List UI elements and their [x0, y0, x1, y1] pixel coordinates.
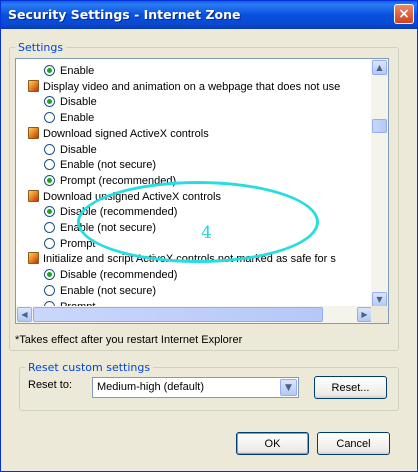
radio-button[interactable]	[44, 112, 55, 124]
vertical-scroll-thumb[interactable]	[372, 119, 387, 133]
radio-button[interactable]	[44, 284, 55, 296]
setting-option[interactable]: Disable (recommended)	[44, 267, 177, 283]
close-button[interactable]: ×	[394, 4, 414, 24]
settings-list-content: Enable Display video and animation on a w…	[16, 59, 373, 308]
setting-group-icon	[28, 79, 39, 92]
horizontal-scroll-thumb[interactable]	[33, 307, 323, 322]
ok-button[interactable]: OK	[236, 432, 309, 455]
reset-level-select[interactable]: Medium-high (default) ▼	[92, 377, 299, 398]
setting-option[interactable]: Disable (recommended)	[44, 204, 177, 220]
radio-button[interactable]	[44, 143, 55, 155]
radio-button[interactable]	[44, 237, 55, 249]
setting-option[interactable]: Enable (not secure)	[44, 157, 156, 173]
radio-button[interactable]	[44, 96, 55, 108]
setting-category-label: Initialize and script ActiveX controls n…	[43, 253, 336, 266]
setting-category: Download signed ActiveX controls	[28, 126, 209, 142]
setting-option-label: Disable (recommended)	[60, 269, 178, 282]
radio-button[interactable]	[44, 222, 55, 233]
setting-group-icon	[28, 126, 39, 139]
setting-option-label: Disable	[60, 143, 97, 156]
setting-option[interactable]: Enable	[44, 63, 94, 79]
security-settings-window: Security Settings - Internet Zone × Sett…	[0, 0, 418, 472]
setting-option[interactable]: Disable	[44, 142, 97, 158]
setting-option-label: Enable (not secure)	[60, 222, 156, 234]
cancel-button[interactable]: Cancel	[317, 432, 390, 455]
scroll-right-icon[interactable]: ▶	[357, 307, 372, 322]
setting-group-icon	[28, 189, 39, 202]
setting-option-label: Enable	[60, 112, 95, 125]
setting-category-label: Download signed ActiveX controls	[43, 127, 209, 140]
setting-option[interactable]: Enable (not secure)	[44, 283, 156, 299]
setting-category-label: Download unsigned ActiveX controls	[43, 190, 221, 203]
setting-option[interactable]: Prompt (recommended)	[44, 173, 176, 189]
title-bar[interactable]: Security Settings - Internet Zone ×	[1, 1, 417, 29]
setting-category-label: Display video and animation on a webpage…	[43, 80, 341, 93]
reset-legend: Reset custom settings	[28, 361, 151, 374]
ok-button-label: OK	[264, 437, 281, 450]
setting-option-label: Disable	[60, 96, 97, 109]
reset-to-label: Reset to:	[28, 379, 73, 391]
horizontal-scrollbar[interactable]: ◀ ▶	[16, 306, 373, 323]
setting-option[interactable]: Prompt	[44, 236, 95, 252]
setting-option[interactable]: Enable	[44, 110, 94, 126]
reset-button-label: Reset...	[331, 381, 370, 394]
restart-note: *Takes effect after you restart Internet…	[15, 334, 243, 346]
setting-option-label: Enable (not secure)	[60, 284, 156, 297]
reset-button[interactable]: Reset...	[314, 376, 387, 399]
scroll-up-icon[interactable]: ▲	[372, 60, 387, 75]
setting-option-label: Enable (not secure)	[60, 159, 156, 172]
settings-list[interactable]: Enable Display video and animation on a w…	[15, 58, 389, 324]
scroll-left-icon[interactable]: ◀	[17, 307, 32, 322]
setting-category: Initialize and script ActiveX controls n…	[28, 251, 336, 267]
radio-button[interactable]	[44, 206, 55, 218]
setting-category: Download unsigned ActiveX controls	[28, 189, 221, 205]
setting-group-icon	[28, 252, 39, 265]
radio-button[interactable]	[44, 159, 55, 171]
cancel-button-label: Cancel	[336, 437, 371, 450]
setting-option[interactable]: Enable (not secure)	[44, 220, 156, 236]
radio-button[interactable]	[44, 269, 55, 281]
window-title: Security Settings - Internet Zone	[8, 7, 241, 22]
close-icon: ×	[398, 6, 410, 22]
scroll-down-icon[interactable]: ▼	[372, 292, 387, 307]
vertical-scrollbar[interactable]: ▲ ▼	[371, 59, 388, 308]
setting-option-label: Enable	[60, 65, 95, 77]
setting-option-label: Prompt (recommended)	[60, 174, 177, 187]
radio-button[interactable]	[44, 65, 55, 76]
settings-legend: Settings	[18, 41, 64, 54]
chevron-down-icon[interactable]: ▼	[280, 379, 297, 396]
setting-category: Display video and animation on a webpage…	[28, 79, 340, 95]
annotation-number: 4	[201, 223, 212, 243]
radio-button[interactable]	[44, 174, 55, 186]
setting-option-label: Disable (recommended)	[60, 206, 178, 219]
setting-option-label: Prompt	[60, 237, 96, 250]
setting-option[interactable]: Disable	[44, 94, 97, 110]
scrollbar-corner	[371, 306, 388, 323]
reset-level-value: Medium-high (default)	[97, 381, 204, 393]
